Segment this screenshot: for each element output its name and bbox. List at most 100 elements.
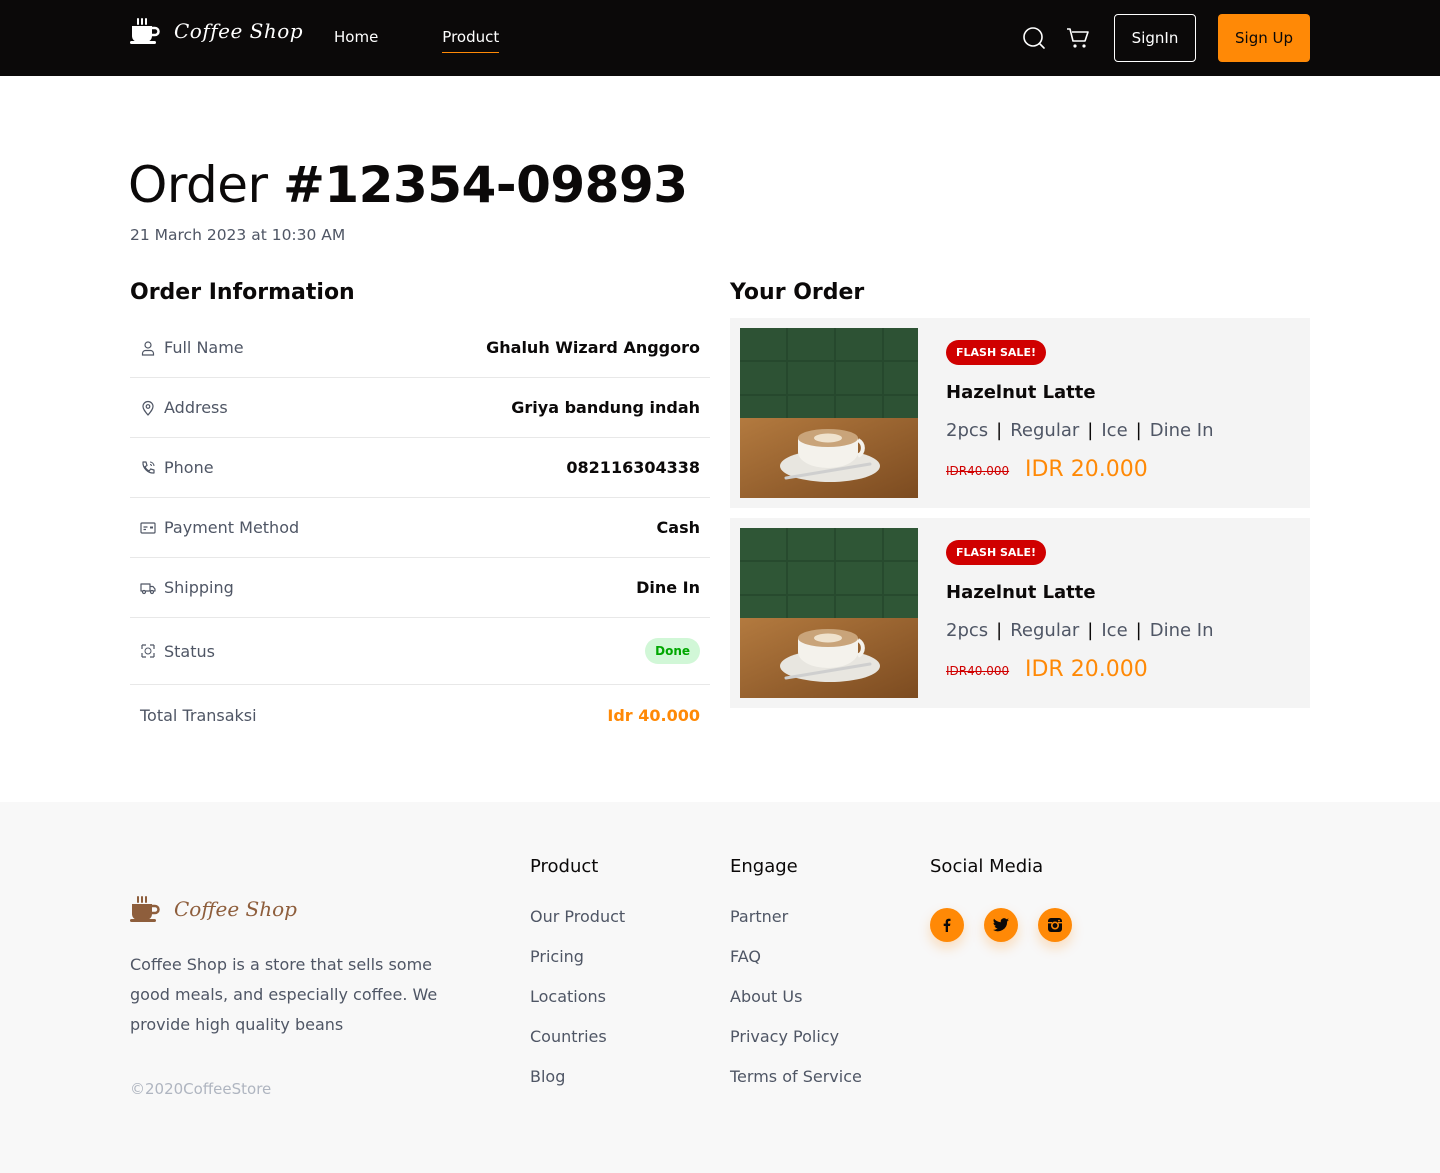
original-price: IDR40.000 (946, 464, 1010, 478)
info-label-text: Shipping (164, 578, 234, 597)
coffee-cup-icon (130, 18, 160, 44)
product-name: Hazelnut Latte (946, 582, 1096, 603)
status-icon (141, 644, 155, 658)
facebook-icon[interactable] (930, 908, 964, 942)
info-label: Full Name (140, 338, 244, 357)
info-value: Cash (656, 518, 700, 537)
product-quantity: 2pcs (946, 420, 989, 441)
cart-icon[interactable] (1066, 26, 1090, 50)
footer-link-privacy-policy[interactable]: Privacy Policy (730, 1027, 862, 1067)
footer-link-locations[interactable]: Locations (530, 987, 625, 1027)
instagram-icon[interactable] (1038, 908, 1072, 942)
order-date: 21 March 2023 at 10:30 AM (130, 226, 346, 244)
phone-icon (142, 460, 155, 474)
footer-product-column: Product Our Product Pricing Locations Co… (530, 856, 625, 1107)
product-temperature: Ice (1101, 420, 1128, 441)
order-item-card[interactable]: FLASH SALE! Hazelnut Latte 2pcs | Regular |… (730, 318, 1310, 508)
footer-link-about-us[interactable]: About Us (730, 987, 862, 1027)
product-temperature: Ice (1101, 620, 1128, 641)
info-value: Dine In (636, 578, 700, 597)
product-image (740, 328, 918, 498)
footer-social-column: Social Media (930, 856, 1043, 907)
info-row-full-name: Full Name Ghaluh Wizard Anggoro (130, 318, 710, 378)
footer-column-title: Engage (730, 856, 798, 877)
product-size: Regular (1010, 420, 1080, 441)
your-order-title: Your Order (730, 280, 865, 305)
info-row-phone: Phone 082116304338 (130, 438, 710, 498)
info-value: Ghaluh Wizard Anggoro (486, 338, 700, 357)
info-label: Status (140, 642, 215, 661)
footer-link-partner[interactable]: Partner (730, 907, 862, 947)
info-label: Shipping (140, 578, 234, 597)
product-serving-method: Dine In (1149, 420, 1214, 441)
info-label-text: Full Name (164, 338, 244, 357)
product-options: 2pcs | Regular | Ice | Dine In (946, 620, 1214, 641)
order-number: #12354-09893 (282, 156, 688, 214)
info-row-status: Status Done (130, 618, 710, 685)
flash-sale-badge: FLASH SALE! (946, 540, 1046, 565)
flash-sale-badge: FLASH SALE! (946, 340, 1046, 365)
coffee-cup-icon (130, 896, 160, 922)
info-label-text: Payment Method (164, 518, 300, 537)
footer-link-pricing[interactable]: Pricing (530, 947, 625, 987)
info-label: Address (140, 398, 228, 417)
status-badge: Done (645, 638, 700, 664)
total-label: Total Transaksi (140, 705, 257, 725)
navbar: Coffee Shop Home Product SignIn Sign Up (0, 0, 1440, 76)
location-pin-icon (142, 400, 154, 416)
product-options: 2pcs | Regular | Ice | Dine In (946, 420, 1214, 441)
info-value: 082116304338 (566, 458, 700, 477)
signin-button[interactable]: SignIn (1114, 14, 1196, 62)
info-row-payment-method: Payment Method Cash (130, 498, 710, 558)
product-quantity: 2pcs (946, 620, 989, 641)
footer: Coffee Shop Coffee Shop is a store that … (0, 802, 1440, 1173)
social-icons (930, 908, 1072, 942)
brand-name: Coffee Shop (174, 19, 304, 43)
main-menu: Home Product (334, 28, 500, 53)
footer-link-terms-of-service[interactable]: Terms of Service (730, 1067, 862, 1107)
twitter-icon[interactable] (984, 908, 1018, 942)
info-label-text: Address (164, 398, 228, 417)
sale-price: IDR 20.000 (1025, 657, 1148, 682)
nav-link-product[interactable]: Product (442, 28, 500, 53)
signup-button[interactable]: Sign Up (1218, 14, 1310, 62)
brand-logo[interactable]: Coffee Shop (130, 18, 303, 44)
nav-link-home[interactable]: Home (334, 28, 378, 53)
info-label: Phone (140, 458, 214, 477)
user-icon (141, 340, 155, 356)
info-label-text: Phone (164, 458, 214, 477)
product-size: Regular (1010, 620, 1080, 641)
info-row-address: Address Griya bandung indah (130, 378, 710, 438)
card-icon (140, 521, 156, 534)
product-name: Hazelnut Latte (946, 382, 1096, 403)
footer-brand-name: Coffee Shop (174, 897, 297, 921)
order-title-prefix: Order (128, 156, 283, 214)
product-image (740, 528, 918, 698)
order-item-card[interactable]: FLASH SALE! Hazelnut Latte 2pcs | Regular |… (730, 518, 1310, 708)
truck-icon (140, 582, 156, 594)
footer-link-faq[interactable]: FAQ (730, 947, 862, 987)
footer-link-our-product[interactable]: Our Product (530, 907, 625, 947)
sale-price: IDR 20.000 (1025, 457, 1148, 482)
product-serving-method: Dine In (1149, 620, 1214, 641)
nav-icons (1022, 26, 1090, 50)
footer-engage-column: Engage Partner FAQ About Us Privacy Poli… (730, 856, 862, 1107)
original-price: IDR40.000 (946, 664, 1010, 678)
footer-brand-logo[interactable]: Coffee Shop (130, 896, 297, 922)
footer-link-countries[interactable]: Countries (530, 1027, 625, 1067)
info-value: Griya bandung indah (511, 398, 700, 417)
info-row-total: Total Transaksi Idr 40.000 (130, 685, 710, 745)
copyright: ©2020CoffeeStore (130, 1080, 272, 1098)
search-icon[interactable] (1022, 26, 1046, 50)
info-label-text: Status (164, 641, 215, 661)
footer-column-title: Product (530, 856, 599, 877)
footer-description: Coffee Shop is a store that sells some g… (130, 955, 438, 1034)
info-label: Payment Method (140, 518, 299, 537)
footer-column-title: Social Media (930, 856, 1044, 877)
total-value: Idr 40.000 (607, 705, 700, 725)
order-information-title: Order Information (130, 280, 355, 305)
order-title: Order #12354-09893 (128, 156, 688, 214)
footer-link-blog[interactable]: Blog (530, 1067, 625, 1107)
info-row-shipping: Shipping Dine In (130, 558, 710, 618)
order-information-table: Full Name Ghaluh Wizard Anggoro Address … (130, 318, 710, 745)
